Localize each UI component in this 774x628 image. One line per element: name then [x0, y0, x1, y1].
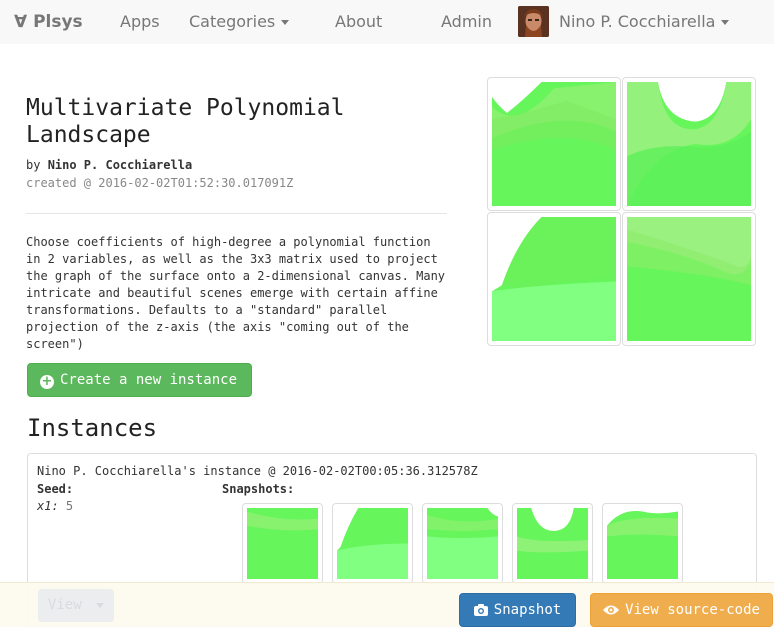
- chevron-down-icon: [281, 20, 290, 25]
- preview-thumbnail[interactable]: [487, 212, 621, 346]
- view-button-label: View: [47, 597, 82, 613]
- snapshots-label: Snapshots:: [222, 482, 295, 496]
- by-prefix: by: [26, 158, 41, 172]
- author-name[interactable]: Nino P. Cocchiarella: [48, 158, 193, 172]
- instances-heading: Instances: [27, 414, 158, 442]
- view-source-button[interactable]: View source-code: [590, 593, 773, 627]
- page-title: Multivariate Polynomial Landscape: [26, 95, 345, 148]
- avatar[interactable]: [518, 6, 549, 37]
- seed-value: 5: [65, 499, 74, 513]
- nav-categories-dropdown[interactable]: Categories: [189, 12, 290, 31]
- chevron-down-icon: [96, 602, 105, 608]
- footer-bar: View Snapshot View source-code: [0, 582, 774, 627]
- create-instance-button[interactable]: + Create a new instance: [27, 363, 252, 397]
- snapshot-thumbnail[interactable]: [422, 503, 503, 584]
- view-source-button-label: View source-code: [625, 602, 760, 618]
- user-menu[interactable]: Nino P. Cocchiarella: [559, 12, 730, 31]
- snapshot-button-label: Snapshot: [493, 602, 562, 618]
- created-timestamp: created @ 2016-02-02T01:52:30.017091Z: [26, 176, 294, 190]
- plus-circle-icon: +: [40, 374, 54, 389]
- eye-icon: [603, 596, 620, 628]
- snapshot-thumbnail[interactable]: [602, 503, 683, 584]
- camera-icon: [473, 596, 488, 628]
- view-button[interactable]: View: [38, 589, 114, 622]
- navbar: ∀ Plsys Apps Categories About Admin Nino…: [0, 0, 774, 44]
- author-line: by Nino P. Cocchiarella: [26, 158, 192, 172]
- snapshot-thumbnail[interactable]: [512, 503, 593, 584]
- divider: [26, 213, 447, 214]
- nav-admin[interactable]: Admin: [441, 12, 492, 31]
- seed-entry: x1: 5: [37, 499, 73, 513]
- brand-link[interactable]: ∀ Plsys: [14, 12, 83, 32]
- snapshot-thumbnail[interactable]: [332, 503, 413, 584]
- user-name: Nino P. Cocchiarella: [559, 12, 716, 31]
- seed-var: x1:: [37, 499, 59, 513]
- app-description: Choose coefficients of high-degree a pol…: [26, 235, 446, 351]
- preview-thumbnail[interactable]: [622, 77, 756, 211]
- nav-apps[interactable]: Apps: [120, 12, 160, 31]
- preview-thumbnail[interactable]: [622, 212, 756, 346]
- nav-about[interactable]: About: [335, 12, 382, 31]
- chevron-down-icon: [721, 20, 730, 25]
- snapshot-thumbnail[interactable]: [242, 503, 323, 584]
- preview-thumbnail[interactable]: [487, 77, 621, 211]
- seed-label: Seed:: [37, 482, 74, 496]
- instance-title: Nino P. Cocchiarella's instance @ 2016-0…: [37, 464, 478, 478]
- snapshot-button[interactable]: Snapshot: [459, 593, 576, 627]
- nav-categories-label: Categories: [189, 12, 276, 31]
- create-instance-label: Create a new instance: [60, 372, 238, 388]
